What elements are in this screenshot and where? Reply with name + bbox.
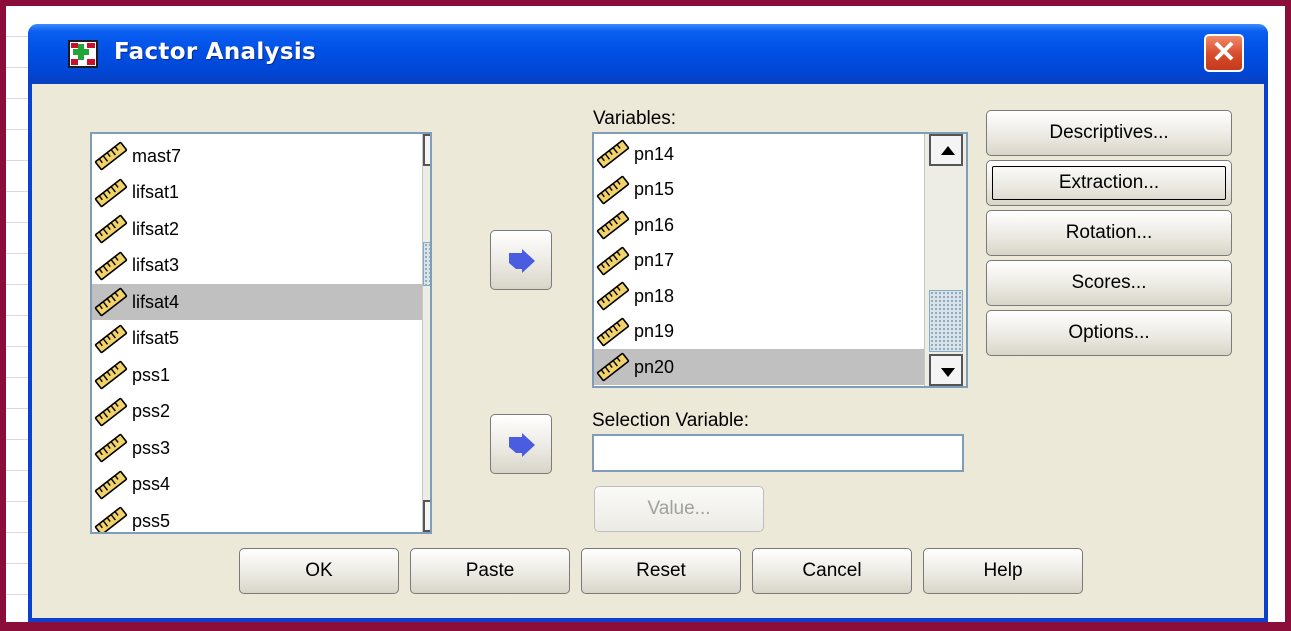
scale-variable-icon xyxy=(94,214,128,244)
list-item[interactable]: pss2 xyxy=(92,394,422,430)
scale-variable-icon xyxy=(94,251,128,280)
scale-variable-icon xyxy=(94,433,128,463)
selection-variable-field[interactable] xyxy=(592,434,964,472)
scale-variable-icon xyxy=(596,246,630,275)
move-to-selection-button[interactable] xyxy=(490,414,552,474)
list-item[interactable]: pn17 xyxy=(594,243,924,279)
scale-variable-icon xyxy=(94,287,128,317)
list-item[interactable]: lifsat2 xyxy=(92,211,422,247)
list-item[interactable]: pn16 xyxy=(594,207,924,243)
scale-variable-icon xyxy=(596,175,630,204)
list-item-label: lifsat2 xyxy=(132,218,180,239)
list-item[interactable]: pss1 xyxy=(92,357,422,393)
scale-variable-icon xyxy=(94,141,128,171)
list-item-label: lifsat3 xyxy=(132,255,180,275)
scale-variable-icon xyxy=(596,317,630,346)
list-item[interactable]: lifsat3 xyxy=(92,248,422,284)
right-arrow-icon xyxy=(509,249,535,273)
variables-label: Variables: xyxy=(593,108,677,129)
list-item[interactable]: pss4 xyxy=(92,467,422,503)
list-item-label: pn19 xyxy=(634,321,675,341)
rotation-button[interactable]: Rotation... xyxy=(986,210,1232,256)
scale-variable-icon xyxy=(94,470,128,499)
list-item[interactable]: pn14 xyxy=(594,136,924,172)
close-icon[interactable]: ✕ xyxy=(1204,34,1244,72)
scale-variable-icon xyxy=(94,324,128,353)
list-item-label: pn16 xyxy=(634,214,675,235)
extraction-button[interactable]: Extraction... xyxy=(986,160,1232,206)
value-button[interactable]: Value... xyxy=(594,486,764,532)
list-item[interactable]: lifsat1 xyxy=(92,175,422,211)
button-label: Scores... xyxy=(1071,272,1147,293)
list-item-label: pss2 xyxy=(132,401,171,421)
descriptives-button[interactable]: Descriptives... xyxy=(986,110,1232,156)
source-variable-list[interactable]: mast7 lifsat1 lifsat2 lifsat3 lifsat4 lifsat5… xyxy=(90,132,432,534)
button-label: Options... xyxy=(1068,322,1150,343)
spss-data-icon xyxy=(68,40,98,68)
button-label: Rotation... xyxy=(1065,222,1153,243)
list-item-label: pn15 xyxy=(634,179,675,199)
ok-button[interactable]: OK xyxy=(239,548,399,594)
list-item-label: mast7 xyxy=(132,145,182,166)
options-button[interactable]: Options... xyxy=(986,310,1232,356)
list-item-label: pss3 xyxy=(132,437,171,458)
scores-button[interactable]: Scores... xyxy=(986,260,1232,306)
list-item[interactable]: pss3 xyxy=(92,430,422,466)
list-item[interactable]: mast7 xyxy=(92,138,422,174)
scale-variable-icon xyxy=(94,360,128,390)
scroll-up-button[interactable] xyxy=(929,134,963,166)
scale-variable-icon xyxy=(94,178,128,207)
list-item-label: lifsat5 xyxy=(132,328,180,348)
button-label: Descriptives... xyxy=(1049,122,1169,143)
list-item-label: pss5 xyxy=(132,510,171,531)
scroll-down-button[interactable] xyxy=(929,354,963,386)
cancel-button[interactable]: Cancel xyxy=(752,548,912,594)
list-item-label: lifsat1 xyxy=(132,182,180,202)
list-item[interactable]: pn19 xyxy=(594,314,924,350)
list-item[interactable]: pn20 xyxy=(594,349,924,385)
help-button[interactable]: Help xyxy=(923,548,1083,594)
right-arrow-icon xyxy=(509,433,535,457)
list-item[interactable]: lifsat5 xyxy=(92,321,422,357)
list-item-label: pn17 xyxy=(634,250,675,270)
list-item[interactable]: pss5 xyxy=(92,503,422,532)
list-item-label: pss1 xyxy=(132,364,171,385)
scale-variable-icon xyxy=(596,352,630,382)
title-bar[interactable]: Factor Analysis ✕ xyxy=(28,24,1268,84)
move-to-variables-button[interactable] xyxy=(490,230,552,290)
scroll-up-button[interactable] xyxy=(423,134,430,166)
button-label: Extraction... xyxy=(1058,172,1160,193)
list-item-label: pn20 xyxy=(634,356,675,377)
list-item-label: lifsat4 xyxy=(132,291,180,312)
scale-variable-icon xyxy=(596,139,630,169)
list-item[interactable]: pn18 xyxy=(594,278,924,314)
scale-variable-icon xyxy=(94,506,128,532)
list-item[interactable]: lifsat4 xyxy=(92,284,422,320)
variables-list-scrollbar[interactable] xyxy=(924,134,966,386)
window-title: Factor Analysis xyxy=(114,39,316,65)
selection-variable-label: Selection Variable: xyxy=(592,410,750,431)
list-item-label: pn14 xyxy=(634,143,675,164)
scroll-thumb[interactable] xyxy=(423,242,430,286)
scroll-down-button[interactable] xyxy=(423,500,430,532)
scale-variable-icon xyxy=(94,397,128,426)
scale-variable-icon xyxy=(596,210,630,240)
list-item-label: pn18 xyxy=(634,285,675,306)
variables-list[interactable]: pn14 pn15 pn16 pn17 pn18 pn19 pn20 xyxy=(592,132,968,388)
source-list-scrollbar[interactable] xyxy=(422,134,430,532)
scale-variable-icon xyxy=(596,281,630,311)
list-item[interactable]: pn15 xyxy=(594,172,924,208)
paste-button[interactable]: Paste xyxy=(410,548,570,594)
reset-button[interactable]: Reset xyxy=(581,548,741,594)
factor-analysis-dialog: Factor Analysis ✕ mast7 lifsat1 lifsat2 lif… xyxy=(28,24,1268,622)
scroll-thumb[interactable] xyxy=(929,290,963,352)
list-item-label: pss4 xyxy=(132,474,171,494)
